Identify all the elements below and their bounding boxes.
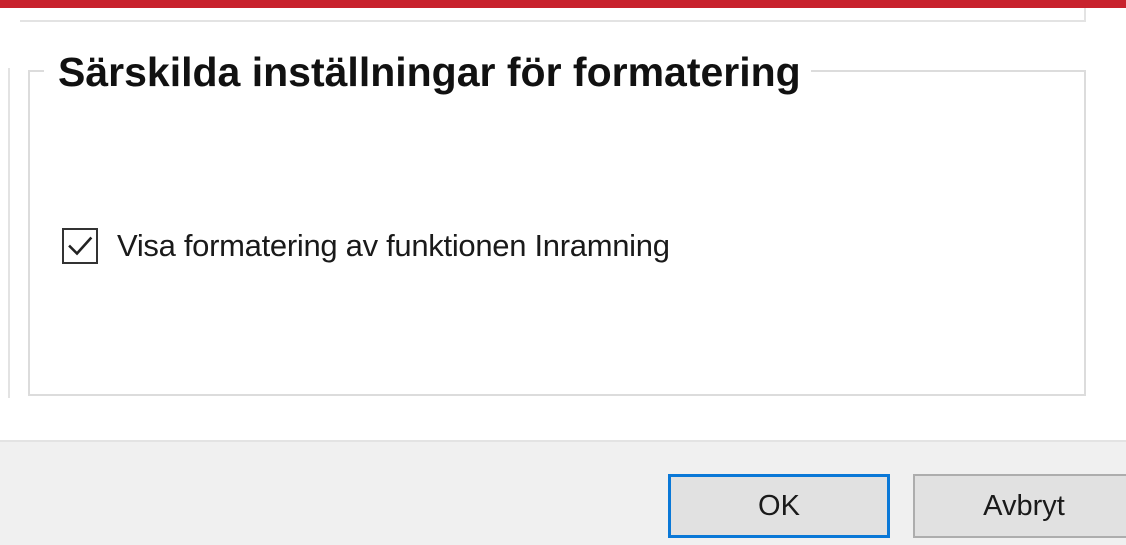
ok-button[interactable]: OK — [668, 474, 890, 538]
cancel-button[interactable]: Avbryt — [913, 474, 1126, 538]
left-panel-edge — [8, 68, 10, 398]
accent-bar — [0, 0, 1126, 8]
show-framing-formatting-checkbox[interactable] — [62, 228, 98, 264]
previous-section-edge — [20, 8, 1086, 22]
dialog-window: Särskilda inställningar för formatering … — [0, 0, 1126, 545]
show-framing-formatting-option[interactable]: Visa formatering av funktionen Inramning — [62, 228, 670, 264]
checkbox-label[interactable]: Visa formatering av funktionen Inramning — [117, 228, 670, 264]
groupbox-title: Särskilda inställningar för formatering — [44, 46, 811, 98]
check-icon — [68, 236, 93, 256]
